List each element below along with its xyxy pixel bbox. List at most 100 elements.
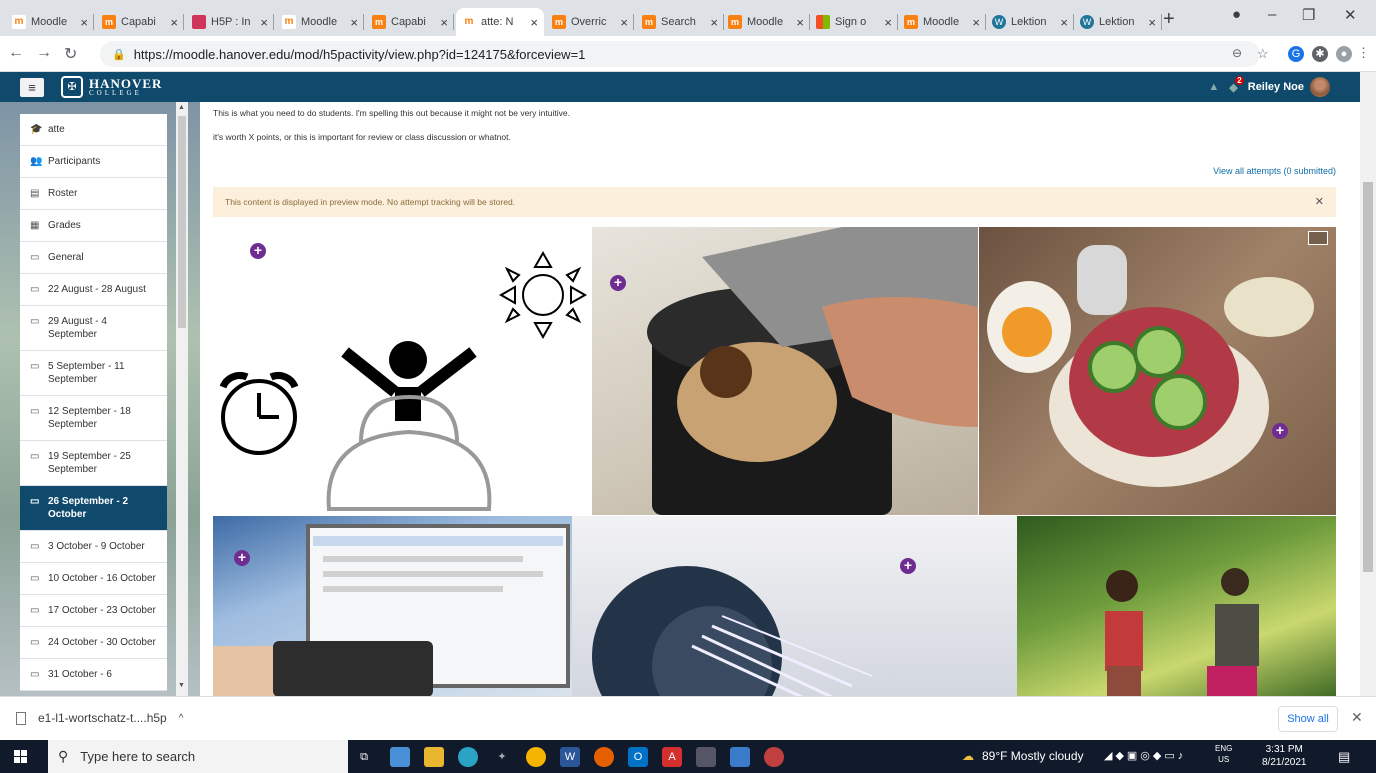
download-file-name[interactable]: e1-l1-wortschatz-t....h5p xyxy=(38,711,167,725)
edge-icon[interactable] xyxy=(458,747,478,767)
minimize-button[interactable]: – xyxy=(1268,6,1276,23)
browser-tab[interactable]: Sign o × xyxy=(810,8,898,36)
drawer-toggle-button[interactable]: ≡ xyxy=(20,78,44,97)
sidebar-item[interactable]: ▭ 24 October - 30 October xyxy=(20,627,167,659)
maximize-button[interactable]: ❐ xyxy=(1302,6,1315,24)
page-scrollbar[interactable] xyxy=(1360,72,1376,696)
tab-close-icon[interactable]: × xyxy=(793,15,804,30)
close-icon[interactable]: ✕ xyxy=(1351,709,1363,726)
drawer-scrollbar[interactable]: ▲ ▼ xyxy=(176,102,188,696)
browser-tab[interactable]: W Lektion × xyxy=(1074,8,1162,36)
sidebar-item[interactable]: ▦ Grades xyxy=(20,210,167,242)
browser-tab[interactable]: m Capabi × xyxy=(96,8,184,36)
sidebar-item[interactable]: ▭ 31 October - 6 xyxy=(20,659,167,691)
weather-widget[interactable]: ☁ 89°F Mostly cloudy xyxy=(962,749,1084,763)
task-view-icon[interactable]: ⧉ xyxy=(354,747,374,767)
address-bar[interactable]: 🔒 https://moodle.hanover.edu/mod/h5pacti… xyxy=(100,41,1260,67)
fullscreen-icon[interactable] xyxy=(1308,231,1328,245)
tab-close-icon[interactable]: × xyxy=(969,15,980,30)
browser-tab[interactable]: m Moodle × xyxy=(6,8,94,36)
tab-close-icon[interactable]: × xyxy=(77,15,88,30)
sidebar-item[interactable]: ▭ 22 August - 28 August xyxy=(20,274,167,306)
file-explorer-icon[interactable] xyxy=(424,747,444,767)
close-window-button[interactable]: ✕ xyxy=(1344,6,1357,24)
browser-tab[interactable]: m Search × xyxy=(636,8,724,36)
scroll-up-icon[interactable]: ▲ xyxy=(178,104,185,111)
browser-tab[interactable]: m atte: N × xyxy=(456,8,544,36)
close-icon[interactable]: ✕ xyxy=(1315,195,1324,208)
browser-tab[interactable]: m Moodle × xyxy=(276,8,364,36)
tab-close-icon[interactable]: × xyxy=(437,15,448,30)
tab-close-icon[interactable]: × xyxy=(257,15,268,30)
sidebar-item[interactable]: ▭ 12 September - 18 September xyxy=(20,396,167,441)
drawer-scroll-thumb[interactable] xyxy=(178,116,186,328)
hotspot-button[interactable]: + xyxy=(250,243,266,259)
app-icon[interactable] xyxy=(390,747,410,767)
app-icon[interactable] xyxy=(764,747,784,767)
profile-avatar-icon[interactable]: ● xyxy=(1336,46,1352,62)
user-name[interactable]: Reiley Noe xyxy=(1248,81,1304,93)
sidebar-item[interactable]: ▭ 29 August - 4 September xyxy=(20,306,167,351)
back-icon[interactable]: ← xyxy=(8,44,24,62)
menu-kebab-icon[interactable]: ⋮ xyxy=(1357,45,1370,61)
sidebar-item[interactable]: 🎓 atte xyxy=(20,114,167,146)
chevron-up-icon[interactable]: ^ xyxy=(179,713,184,724)
hotspot-button[interactable]: + xyxy=(900,558,916,574)
notification-center-icon[interactable]: ▤ xyxy=(1338,749,1350,765)
tab-close-icon[interactable]: × xyxy=(707,15,718,30)
sidebar-item[interactable]: ▤ Roster xyxy=(20,178,167,210)
photos-icon[interactable] xyxy=(730,747,750,767)
site-logo[interactable]: ✠ HANOVER COLLEGE xyxy=(61,76,162,98)
app-icon[interactable]: ✦ xyxy=(492,747,512,767)
avatar[interactable] xyxy=(1310,77,1330,97)
bell-icon[interactable]: ▲ xyxy=(1208,81,1219,93)
show-all-button[interactable]: Show all xyxy=(1278,706,1338,732)
extension-icon[interactable]: G xyxy=(1288,46,1304,62)
scroll-down-icon[interactable]: ▼ xyxy=(178,682,185,689)
browser-tab[interactable]: m Overric × xyxy=(546,8,634,36)
windows-start-icon[interactable] xyxy=(14,750,27,763)
sidebar-item[interactable]: ▭ 17 October - 23 October xyxy=(20,595,167,627)
sidebar-item[interactable]: ▭ General xyxy=(20,242,167,274)
hotspot-button[interactable]: + xyxy=(610,275,626,291)
firefox-icon[interactable] xyxy=(594,747,614,767)
chrome-icon[interactable] xyxy=(526,747,546,767)
view-all-attempts-link[interactable]: View all attempts (0 submitted) xyxy=(1213,166,1336,176)
system-clock[interactable]: 3:31 PM 8/21/2021 xyxy=(1262,743,1307,769)
sidebar-item[interactable]: 👥 Participants xyxy=(20,146,167,178)
browser-tab[interactable]: H5P : In × xyxy=(186,8,274,36)
tab-close-icon[interactable]: × xyxy=(617,15,628,30)
download-item[interactable]: e1-l1-wortschatz-t....h5p ^ xyxy=(16,711,183,725)
new-tab-button[interactable]: + xyxy=(1163,8,1175,31)
tab-close-icon[interactable]: × xyxy=(881,15,892,30)
tab-close-icon[interactable]: × xyxy=(347,15,358,30)
browser-tab[interactable]: m Moodle × xyxy=(898,8,986,36)
tab-close-icon[interactable]: × xyxy=(167,15,178,30)
taskbar-search-input[interactable]: ⚲ Type here to search xyxy=(48,740,348,773)
word-icon[interactable]: W xyxy=(560,747,580,767)
language-indicator[interactable]: ENG US xyxy=(1215,743,1232,765)
browser-tab[interactable]: W Lektion × xyxy=(986,8,1074,36)
app-icon[interactable] xyxy=(696,747,716,767)
bookmark-star-icon[interactable]: ☆ xyxy=(1257,46,1269,62)
browser-tab[interactable]: m Capabi × xyxy=(366,8,454,36)
messages-icon[interactable]: ◆ 2 xyxy=(1229,75,1244,94)
user-menu[interactable]: ▲ ◆ 2 Reiley Noe xyxy=(1208,75,1330,97)
browser-tab[interactable]: m Moodle × xyxy=(722,8,810,36)
sidebar-item[interactable]: ▭ 5 September - 11 September xyxy=(20,351,167,396)
sidebar-item[interactable]: ▭ 3 October - 9 October xyxy=(20,531,167,563)
hotspot-button[interactable]: + xyxy=(234,550,250,566)
outlook-icon[interactable]: O xyxy=(628,747,648,767)
tab-close-icon[interactable]: × xyxy=(1145,15,1156,30)
tab-close-icon[interactable]: × xyxy=(527,15,538,30)
sidebar-item[interactable]: ▭ 19 September - 25 September xyxy=(20,441,167,486)
sidebar-item[interactable]: ▭ 26 September - 2 October xyxy=(20,486,167,531)
reload-icon[interactable]: ↻ xyxy=(64,44,77,64)
hotspot-button[interactable]: + xyxy=(1272,423,1288,439)
profile-icon[interactable]: ● xyxy=(1232,6,1241,23)
sidebar-item[interactable]: ▭ 10 October - 16 October xyxy=(20,563,167,595)
tray-icons[interactable]: ◢◆▣◎◆▭♪ xyxy=(1104,749,1186,762)
tab-close-icon[interactable]: × xyxy=(1057,15,1068,30)
page-scroll-thumb[interactable] xyxy=(1363,182,1373,572)
acrobat-icon[interactable]: A xyxy=(662,747,682,767)
